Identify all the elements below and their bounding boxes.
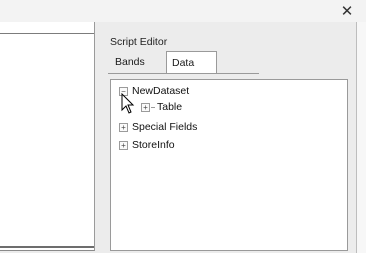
mouse-pointer-icon xyxy=(121,93,135,114)
left-panel xyxy=(0,22,95,251)
tree-connector xyxy=(151,107,155,108)
left-panel-bottom-border xyxy=(0,246,94,248)
tree-node-label: Special Fields xyxy=(132,121,198,133)
tree-node-label: NewDataset xyxy=(132,85,190,97)
tab-bands[interactable]: Bands xyxy=(110,52,150,72)
title-bar: ✕ xyxy=(0,0,366,22)
tree-node-label: StoreInfo xyxy=(132,139,175,151)
data-sources-tree: − NewDataset + Table + Special Fields + … xyxy=(110,79,348,251)
expand-plus-icon[interactable]: + xyxy=(119,141,128,150)
right-edge-panel xyxy=(356,22,366,253)
expand-plus-icon[interactable]: + xyxy=(141,103,150,112)
tab-data-sources[interactable]: Data Sources xyxy=(166,51,217,91)
app-window: ✕ Script Editor Bands Data Sources − New… xyxy=(0,0,366,253)
tab-baseline xyxy=(108,73,259,74)
close-icon: ✕ xyxy=(340,3,354,20)
left-panel-divider xyxy=(0,33,94,34)
expand-plus-icon[interactable]: + xyxy=(119,123,128,132)
script-editor-title: Script Editor xyxy=(110,36,168,48)
close-button[interactable]: ✕ xyxy=(336,0,358,22)
tree-node-label: Table xyxy=(157,101,183,113)
